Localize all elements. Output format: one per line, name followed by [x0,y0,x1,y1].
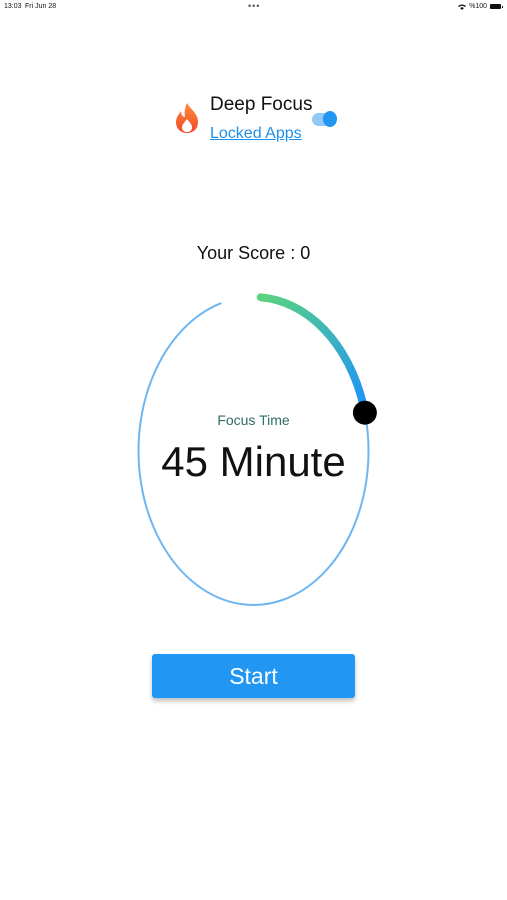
toggle-thumb [323,111,337,127]
locked-apps-link[interactable]: Locked Apps [210,125,302,143]
score-label: Your Score : 0 [196,243,311,263]
app-title: Deep Focus [210,94,313,115]
deep-focus-toggle[interactable] [311,109,337,129]
start-button[interactable]: Start [152,654,355,698]
status-bar: 13:03 Fri Jun 28 ••• %100 [0,0,507,14]
focus-minutes-value: 45 Minute [161,438,346,485]
wifi-icon [458,4,467,10]
status-time: 13:03 [4,3,22,10]
dial-progress [256,293,367,408]
multitasking-dots-icon[interactable]: ••• [248,1,260,11]
focus-time-label: Focus Time [217,412,290,428]
status-date: Fri Jun 28 [25,3,57,10]
screen: 13:03 Fri Jun 28 ••• %100 Deep Focus Loc… [0,0,507,900]
status-right: %100 [458,3,503,10]
flame-icon [176,103,198,133]
battery-percentage: %100 [469,3,487,10]
battery-icon [490,4,503,9]
focus-mode-header: Deep Focus Locked Apps [171,94,351,154]
